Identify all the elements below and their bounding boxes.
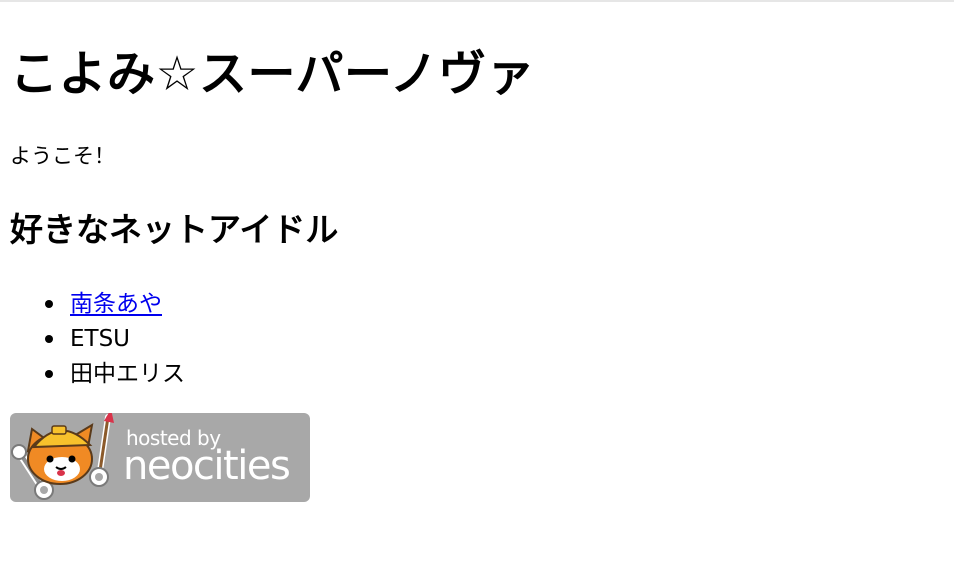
bullet-icon	[45, 370, 53, 378]
welcome-text: ようこそ！	[10, 144, 115, 168]
bullet-icon	[45, 300, 53, 308]
paintbrush-icon	[89, 413, 114, 487]
bullet-icon	[45, 335, 53, 343]
idol-name-tanaka-eris: 田中エリス	[70, 361, 185, 387]
section-heading: 好きなネットアイドル	[10, 210, 339, 249]
cat-mascot-icon	[26, 423, 94, 485]
neocities-badge[interactable]: hosted by neocities	[10, 413, 310, 502]
idol-list: 南条あや ETSU 田中エリス	[10, 288, 185, 393]
list-item: 南条あや	[10, 288, 185, 323]
list-item: 田中エリス	[10, 358, 185, 393]
idol-link-nanjo-aya[interactable]: 南条あや	[70, 291, 162, 317]
top-border	[0, 0, 954, 2]
badge-brand-text: neocities	[123, 443, 291, 489]
list-item: ETSU	[10, 323, 185, 358]
idol-name-etsu: ETSU	[70, 326, 131, 352]
page-title: こよみ☆スーパーノヴァ	[10, 46, 536, 102]
